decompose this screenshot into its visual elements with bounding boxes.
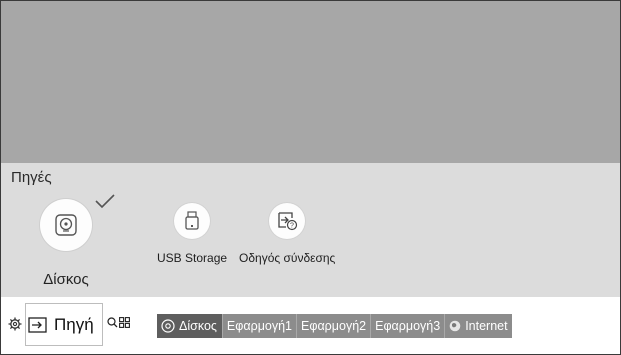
content-area [1, 1, 620, 163]
panel-title: Πηγές [11, 169, 52, 186]
app-tile-internet[interactable]: Internet [444, 314, 512, 338]
tv-screen: Πηγές Δίσκος USB Storage ? Οδηγός σύνδεσ… [0, 0, 621, 355]
search-icon[interactable] [107, 317, 118, 328]
source-item-label: Δίσκος [43, 271, 89, 288]
app-tile-app1[interactable]: Εφαρμογή1 [221, 314, 297, 338]
app-tile-disc[interactable]: Δίσκος [157, 314, 222, 338]
connection-guide-icon: ? [269, 203, 306, 239]
app-tile-label: Εφαρμογή2 [301, 319, 367, 333]
app-tile-label: Εφαρμογή1 [226, 319, 293, 333]
apps-grid-icon[interactable] [119, 317, 130, 328]
input-source-icon [28, 316, 47, 333]
checkmark-icon [95, 194, 115, 209]
source-button[interactable]: Πηγή [25, 303, 103, 346]
app-tile-app3[interactable]: Εφαρμογή3 [370, 314, 445, 338]
gear-icon[interactable] [8, 317, 22, 331]
smart-hub-bar: Πηγή Δίσκος Εφαρμογή1 Εφαρμογή2 Εφαρμογή… [1, 297, 620, 354]
usb-icon [174, 203, 211, 239]
source-item-connection-guide[interactable]: ? Οδηγός σύνδεσης [239, 203, 335, 265]
globe-icon [449, 320, 461, 332]
app-strip: Δίσκος Εφαρμογή1 Εφαρμογή2 Εφαρμογή3 Int… [157, 314, 512, 338]
source-item-disc[interactable]: Δίσκος [36, 199, 96, 288]
disc-icon [40, 199, 92, 251]
sources-panel: Πηγές Δίσκος USB Storage ? Οδηγός σύνδεσ… [1, 163, 620, 297]
app-tile-label: Δίσκος [179, 319, 217, 333]
app-tile-label: Internet [465, 319, 508, 333]
source-button-label: Πηγή [54, 314, 94, 334]
app-tile-app2[interactable]: Εφαρμογή2 [296, 314, 371, 338]
app-tile-label: Εφαρμογή3 [375, 319, 441, 333]
source-item-label: Οδηγός σύνδεσης [239, 251, 336, 265]
source-item-usb-storage[interactable]: USB Storage [157, 203, 227, 265]
disc-icon [161, 319, 175, 333]
svg-text:?: ? [290, 223, 294, 230]
source-item-label: USB Storage [157, 251, 228, 265]
